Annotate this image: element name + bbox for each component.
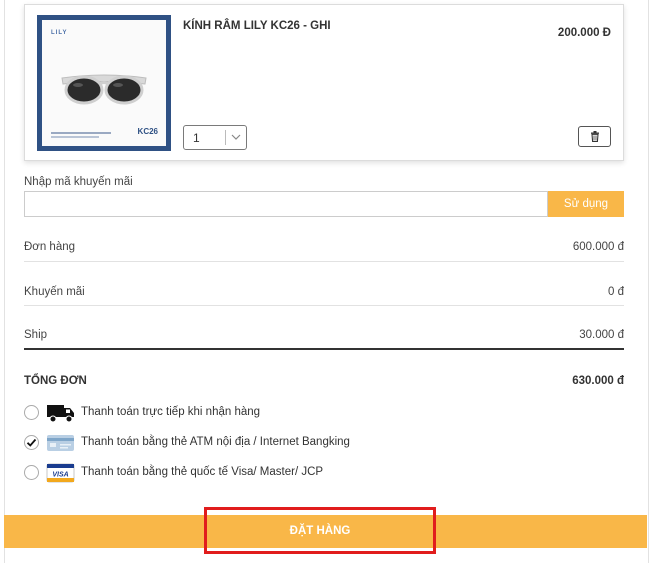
shipping-value: 30.000 đ bbox=[579, 329, 624, 341]
shipping-label: Ship bbox=[24, 329, 48, 341]
payment-label-atm: Thanh toán bằng thẻ ATM nội địa / Intern… bbox=[81, 436, 350, 448]
sunglasses-image bbox=[61, 74, 147, 105]
discount-value: 0 đ bbox=[608, 286, 624, 298]
payment-option-cod[interactable]: Thanh toán trực tiếp khi nhận hàng bbox=[24, 402, 624, 424]
total-value: 630.000 đ bbox=[572, 375, 624, 387]
total-label: TỔNG ĐƠN bbox=[24, 375, 87, 387]
product-thumbnail[interactable]: LILY KC26 bbox=[37, 15, 171, 151]
payment-option-international[interactable]: VISA Thanh toán bằng thẻ quốc tế Visa/ M… bbox=[24, 462, 624, 484]
product-image-note-line bbox=[51, 132, 111, 134]
place-order-button[interactable]: ĐẶT HÀNG bbox=[204, 507, 436, 554]
trash-icon bbox=[590, 131, 599, 142]
visa-card-icon: VISA bbox=[46, 463, 75, 483]
promo-code-label: Nhập mã khuyến mãi bbox=[24, 176, 133, 188]
payment-option-atm[interactable]: Thanh toán bằng thẻ ATM nội địa / Intern… bbox=[24, 432, 624, 454]
payment-label-international: Thanh toán bằng thẻ quốc tế Visa/ Master… bbox=[81, 466, 324, 478]
order-subtotal-label: Đơn hàng bbox=[24, 241, 76, 253]
product-image-sku: KC26 bbox=[137, 127, 158, 136]
quantity-select[interactable]: 1 bbox=[183, 125, 247, 150]
product-image-note-line bbox=[51, 136, 99, 138]
divider bbox=[24, 305, 624, 306]
discount-label: Khuyến mãi bbox=[24, 286, 85, 298]
order-subtotal-value: 600.000 đ bbox=[572, 241, 624, 253]
quantity-value: 1 bbox=[193, 131, 200, 145]
payment-radio-cod[interactable] bbox=[24, 405, 39, 420]
visa-card-text: VISA bbox=[52, 471, 68, 478]
payment-radio-international[interactable] bbox=[24, 465, 39, 480]
apply-promo-button[interactable]: Sử dụng bbox=[548, 191, 624, 217]
checkmark-icon bbox=[26, 438, 37, 447]
quantity-divider bbox=[225, 130, 226, 145]
product-image-brand: LILY bbox=[51, 30, 68, 36]
cart-item-card: LILY KC26 KÍNH RÂM LILY KC26 - GHI 200.0… bbox=[24, 4, 624, 161]
atm-card-icon bbox=[47, 435, 74, 451]
product-image: LILY KC26 bbox=[42, 20, 166, 146]
divider bbox=[24, 261, 624, 262]
remove-item-button[interactable] bbox=[578, 126, 611, 147]
truck-icon bbox=[47, 405, 74, 423]
chevron-down-icon bbox=[231, 134, 241, 140]
promo-code-input[interactable] bbox=[24, 191, 548, 217]
product-name[interactable]: KÍNH RÂM LILY KC26 - GHI bbox=[183, 20, 331, 32]
payment-label-cod: Thanh toán trực tiếp khi nhận hàng bbox=[81, 406, 261, 418]
product-price: 200.000 Đ bbox=[557, 27, 611, 39]
total-divider bbox=[24, 348, 624, 350]
